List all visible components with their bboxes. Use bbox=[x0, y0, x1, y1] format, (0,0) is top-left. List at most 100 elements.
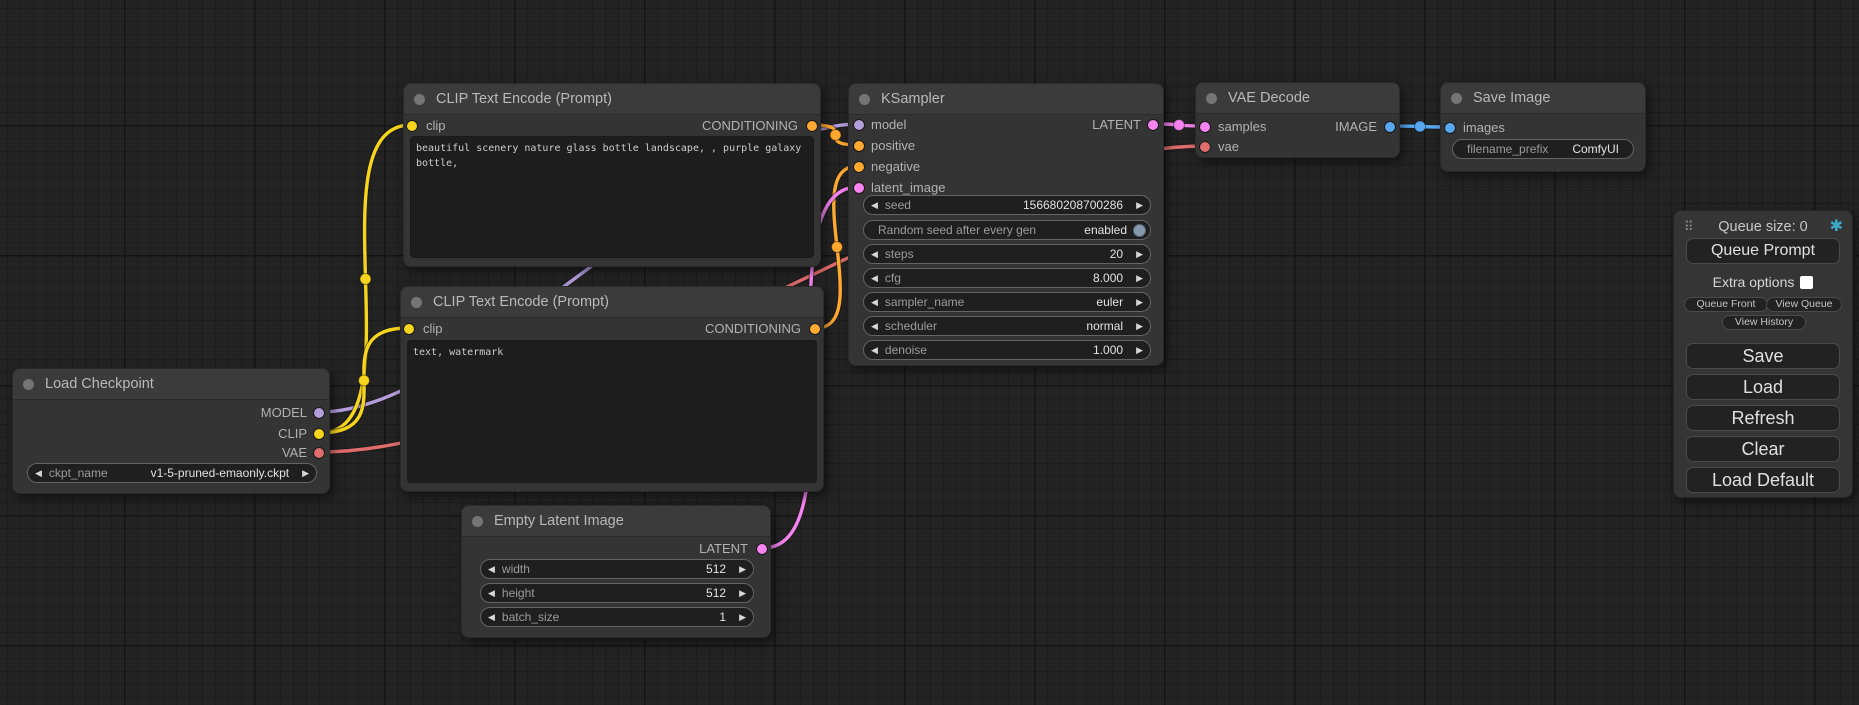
output-label: CONDITIONING bbox=[705, 322, 801, 336]
decrement-arrow-icon[interactable]: ◀ bbox=[481, 559, 502, 579]
input-port-clip[interactable] bbox=[407, 121, 417, 131]
input-label: clip bbox=[423, 322, 443, 336]
input-slot-latent-image: latent_image bbox=[849, 181, 1163, 195]
widget-denoise[interactable]: ◀ denoise 1.000 ▶ bbox=[863, 340, 1151, 360]
queue-front-button[interactable]: Queue Front bbox=[1684, 297, 1768, 312]
output-port-image[interactable] bbox=[1385, 122, 1395, 132]
increment-arrow-icon[interactable]: ▶ bbox=[732, 607, 753, 627]
node-title: Empty Latent Image bbox=[462, 506, 770, 537]
prompt-textarea[interactable]: beautiful scenery nature glass bottle la… bbox=[410, 136, 814, 258]
widget-batch-size[interactable]: ◀ batch_size 1 ▶ bbox=[480, 607, 754, 627]
widget-seed[interactable]: ◀ seed 156680208700286 ▶ bbox=[863, 195, 1151, 215]
increment-arrow-icon[interactable]: ▶ bbox=[732, 559, 753, 579]
widget-random-seed-toggle[interactable]: Random seed after every gen enabled bbox=[863, 220, 1151, 240]
output-port-conditioning[interactable] bbox=[807, 121, 817, 131]
widget-height[interactable]: ◀ height 512 ▶ bbox=[480, 583, 754, 603]
widget-ckpt-name[interactable]: ◀ ckpt_name v1-5-pruned-emaonly.ckpt ▶ bbox=[27, 463, 317, 483]
input-port-latent-image[interactable] bbox=[854, 183, 864, 193]
widget-cfg[interactable]: ◀ cfg 8.000 ▶ bbox=[863, 268, 1151, 288]
increment-arrow-icon[interactable]: ▶ bbox=[732, 583, 753, 603]
increment-arrow-icon[interactable]: ▶ bbox=[295, 463, 316, 483]
increment-arrow-icon[interactable]: ▶ bbox=[1129, 340, 1150, 360]
decrement-arrow-icon[interactable]: ◀ bbox=[481, 583, 502, 603]
widget-value: enabled bbox=[1076, 223, 1133, 237]
input-port-negative[interactable] bbox=[854, 162, 864, 172]
refresh-button[interactable]: Refresh bbox=[1686, 405, 1840, 431]
widget-scheduler[interactable]: ◀ scheduler normal ▶ bbox=[863, 316, 1151, 336]
input-slot-images: images bbox=[1441, 121, 1645, 135]
decrement-arrow-icon[interactable]: ◀ bbox=[864, 195, 885, 215]
load-default-button[interactable]: Load Default bbox=[1686, 467, 1840, 493]
collapse-dot-icon[interactable] bbox=[23, 379, 34, 390]
node-load-checkpoint[interactable]: Load Checkpoint MODEL CLIP VAE ◀ ckpt_na… bbox=[12, 368, 330, 494]
output-port-vae[interactable] bbox=[314, 448, 324, 458]
output-slot-clip: CLIP bbox=[13, 427, 329, 441]
node-vae-decode[interactable]: VAE Decode samples IMAGE vae bbox=[1195, 82, 1400, 158]
queue-prompt-button[interactable]: Queue Prompt bbox=[1686, 238, 1840, 264]
widget-value: normal bbox=[1078, 319, 1129, 333]
input-port-positive[interactable] bbox=[854, 141, 864, 151]
output-label: LATENT bbox=[699, 542, 748, 556]
extra-options-checkbox[interactable] bbox=[1800, 276, 1813, 289]
collapse-dot-icon[interactable] bbox=[1206, 93, 1217, 104]
increment-arrow-icon[interactable]: ▶ bbox=[1129, 316, 1150, 336]
gear-icon[interactable]: ✱ bbox=[1830, 218, 1843, 236]
view-history-button[interactable]: View History bbox=[1722, 315, 1806, 330]
prompt-textarea[interactable]: text, watermark bbox=[407, 340, 817, 483]
node-ksampler[interactable]: KSampler model LATENT positive negative … bbox=[848, 83, 1164, 366]
decrement-arrow-icon[interactable]: ◀ bbox=[864, 316, 885, 336]
decrement-arrow-icon[interactable]: ◀ bbox=[864, 244, 885, 264]
decrement-arrow-icon[interactable]: ◀ bbox=[864, 292, 885, 312]
collapse-dot-icon[interactable] bbox=[411, 297, 422, 308]
node-title-text: KSampler bbox=[881, 91, 945, 107]
input-port-model[interactable] bbox=[854, 120, 864, 130]
widget-label: height bbox=[502, 586, 535, 600]
node-clip-text-encode-negative[interactable]: CLIP Text Encode (Prompt) clip CONDITION… bbox=[400, 286, 824, 492]
widget-sampler-name[interactable]: ◀ sampler_name euler ▶ bbox=[863, 292, 1151, 312]
output-port-latent[interactable] bbox=[1148, 120, 1158, 130]
collapse-dot-icon[interactable] bbox=[1451, 93, 1462, 104]
input-slot-positive: positive bbox=[849, 139, 1163, 153]
view-queue-button[interactable]: View Queue bbox=[1766, 297, 1842, 312]
widget-filename-prefix[interactable]: filename_prefix ComfyUI bbox=[1452, 139, 1634, 159]
decrement-arrow-icon[interactable]: ◀ bbox=[864, 268, 885, 288]
collapse-dot-icon[interactable] bbox=[472, 516, 483, 527]
save-button[interactable]: Save bbox=[1686, 343, 1840, 369]
widget-value: 1.000 bbox=[1085, 343, 1129, 357]
node-empty-latent-image[interactable]: Empty Latent Image LATENT ◀ width 512 ▶ … bbox=[461, 505, 771, 638]
load-button[interactable]: Load bbox=[1686, 374, 1840, 400]
decrement-arrow-icon[interactable]: ◀ bbox=[864, 340, 885, 360]
widget-steps[interactable]: ◀ steps 20 ▶ bbox=[863, 244, 1151, 264]
input-slot-negative: negative bbox=[849, 160, 1163, 174]
output-port-clip[interactable] bbox=[314, 429, 324, 439]
widget-width[interactable]: ◀ width 512 ▶ bbox=[480, 559, 754, 579]
collapse-dot-icon[interactable] bbox=[414, 94, 425, 105]
increment-arrow-icon[interactable]: ▶ bbox=[1129, 268, 1150, 288]
link-midpoint-dot bbox=[832, 242, 843, 253]
input-port-images[interactable] bbox=[1445, 123, 1455, 133]
decrement-arrow-icon[interactable]: ◀ bbox=[28, 463, 49, 483]
increment-arrow-icon[interactable]: ▶ bbox=[1129, 195, 1150, 215]
increment-arrow-icon[interactable]: ▶ bbox=[1129, 244, 1150, 264]
output-label: LATENT bbox=[1092, 118, 1141, 132]
input-label: positive bbox=[871, 139, 915, 153]
input-port-vae[interactable] bbox=[1200, 142, 1210, 152]
toggle-knob-icon[interactable] bbox=[1133, 224, 1146, 237]
decrement-arrow-icon[interactable]: ◀ bbox=[481, 607, 502, 627]
input-port-samples[interactable] bbox=[1200, 122, 1210, 132]
output-label: MODEL bbox=[261, 406, 307, 420]
node-graph-canvas[interactable]: Load Checkpoint MODEL CLIP VAE ◀ ckpt_na… bbox=[0, 0, 1859, 705]
link-midpoint-dot bbox=[359, 375, 370, 386]
output-port-model[interactable] bbox=[314, 408, 324, 418]
widget-value: 156680208700286 bbox=[1015, 198, 1129, 212]
collapse-dot-icon[interactable] bbox=[859, 94, 870, 105]
node-title-text: CLIP Text Encode (Prompt) bbox=[433, 294, 609, 310]
input-port-clip[interactable] bbox=[404, 324, 414, 334]
output-port-conditioning[interactable] bbox=[810, 324, 820, 334]
clear-button[interactable]: Clear bbox=[1686, 436, 1840, 462]
output-port-latent[interactable] bbox=[757, 544, 767, 554]
node-save-image[interactable]: Save Image images filename_prefix ComfyU… bbox=[1440, 82, 1646, 172]
node-clip-text-encode-positive[interactable]: CLIP Text Encode (Prompt) clip CONDITION… bbox=[403, 83, 821, 267]
increment-arrow-icon[interactable]: ▶ bbox=[1129, 292, 1150, 312]
input-label: images bbox=[1463, 121, 1505, 135]
